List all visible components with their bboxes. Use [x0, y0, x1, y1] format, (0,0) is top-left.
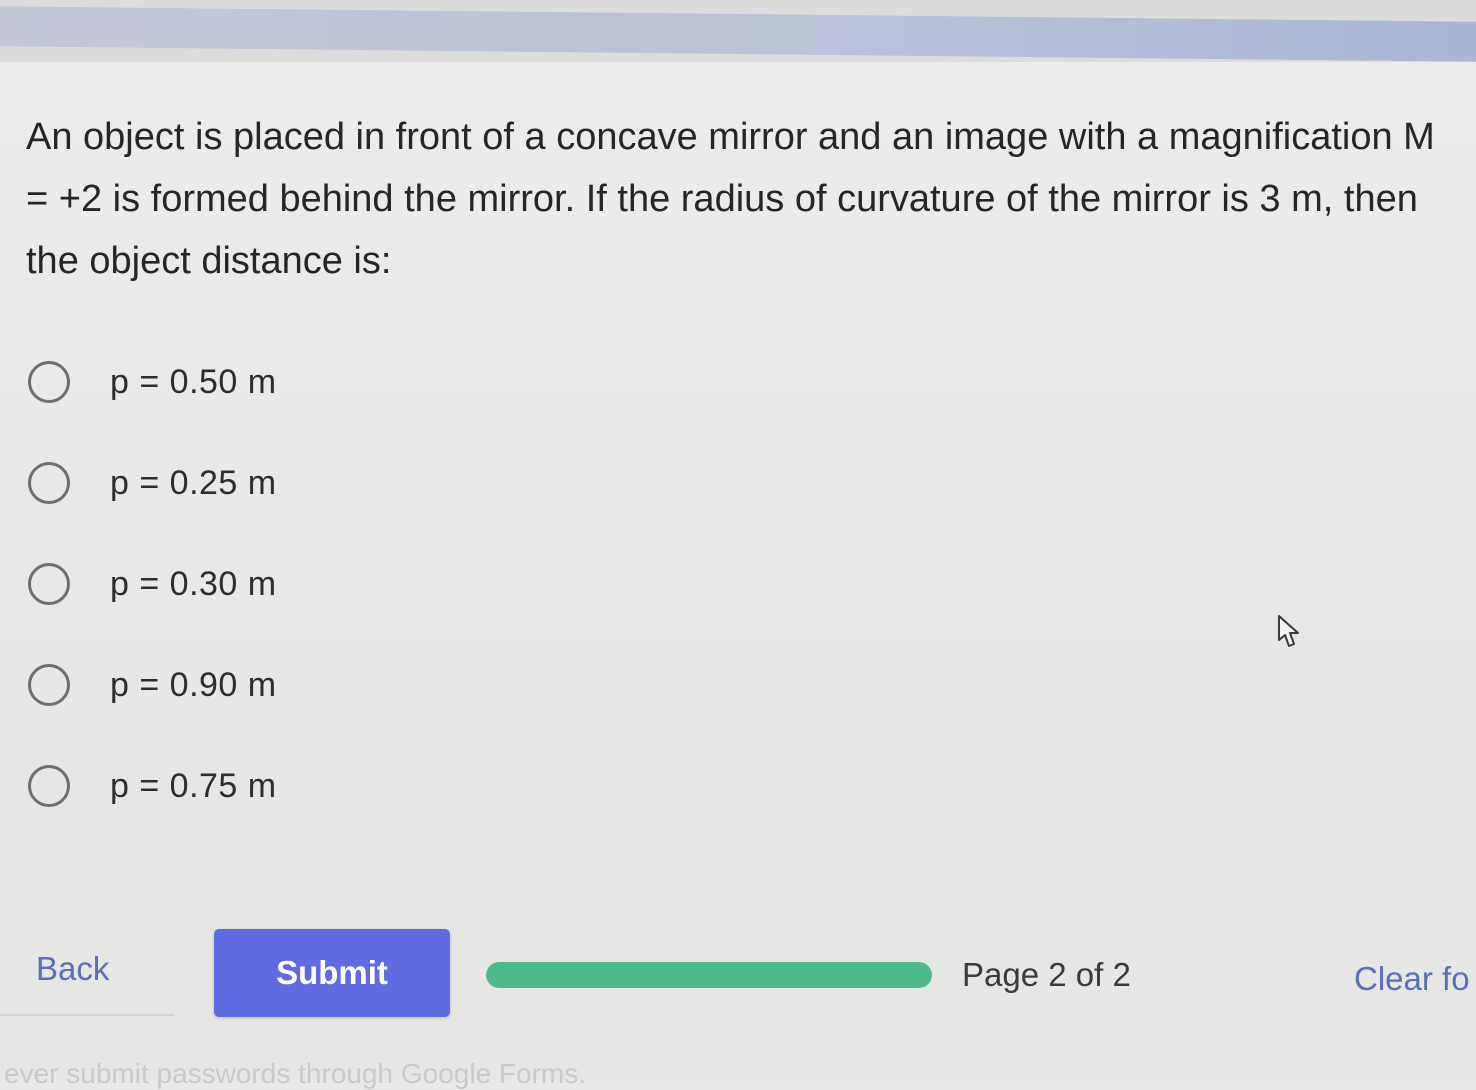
option-1[interactable]: p = 0.50 m — [28, 352, 628, 412]
option-5[interactable]: p = 0.75 m — [28, 756, 628, 816]
option-label: p = 0.30 m — [110, 564, 277, 603]
question-text: An object is placed in front of a concav… — [26, 116, 1435, 282]
page-indicator: Page 2 of 2 — [962, 956, 1131, 993]
radio-button[interactable] — [28, 462, 70, 504]
answer-options: p = 0.50 m p = 0.25 m p = 0.30 m p = 0.9… — [28, 352, 628, 857]
option-3[interactable]: p = 0.30 m — [28, 554, 628, 614]
option-label: p = 0.50 m — [110, 362, 277, 401]
header-accent-strip — [0, 6, 1476, 62]
password-warning-note: ever submit passwords through Google For… — [4, 1058, 587, 1089]
header-band — [0, 0, 1476, 62]
progress-bar — [486, 962, 932, 988]
divider — [0, 1014, 174, 1016]
back-button[interactable]: Back — [36, 950, 109, 988]
option-label: p = 0.90 m — [110, 665, 277, 704]
progress-bar-fill — [486, 962, 932, 988]
option-label: p = 0.75 m — [110, 766, 277, 805]
mouse-pointer-icon — [1278, 615, 1299, 647]
radio-button[interactable] — [28, 563, 70, 605]
option-2[interactable]: p = 0.25 m — [28, 453, 628, 513]
radio-button[interactable] — [28, 765, 70, 807]
submit-button[interactable]: Submit — [214, 929, 450, 1017]
option-label: p = 0.25 m — [110, 463, 277, 502]
radio-button[interactable] — [28, 361, 70, 403]
clear-form-button[interactable]: Clear fo — [1354, 960, 1476, 998]
option-4[interactable]: p = 0.90 m — [28, 655, 628, 715]
radio-button[interactable] — [28, 664, 70, 706]
